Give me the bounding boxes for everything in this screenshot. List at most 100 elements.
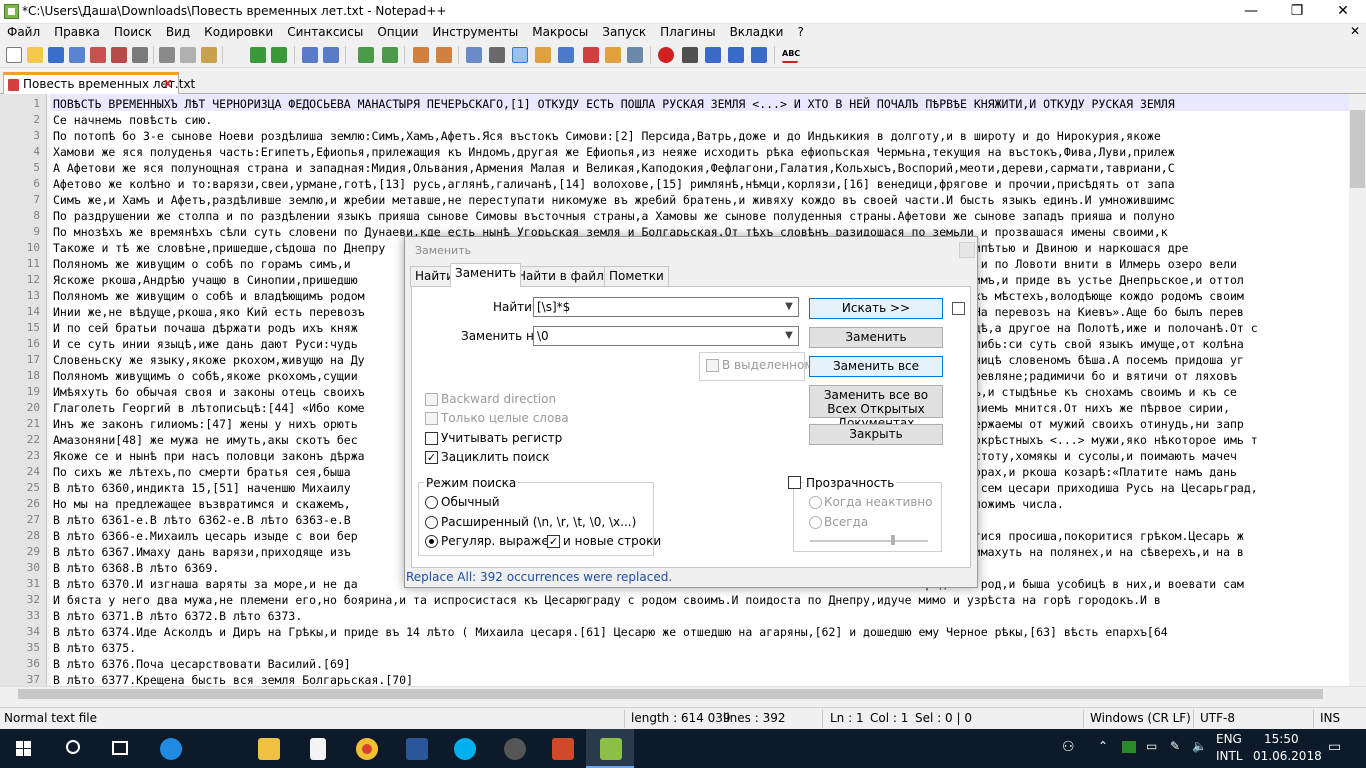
code-line[interactable]: Афетово же колѣно и то:варязи,свеи,урман… — [53, 176, 1175, 192]
in-selection-checkbox[interactable] — [706, 359, 719, 372]
app-taskbar-button[interactable] — [490, 729, 538, 768]
transparency-slider[interactable] — [810, 540, 928, 542]
nvidia-icon[interactable] — [1122, 741, 1136, 753]
indent-guide-icon[interactable] — [512, 47, 528, 63]
find-icon[interactable] — [302, 47, 318, 63]
menu-language[interactable]: Синтаксисы — [280, 24, 370, 41]
menu-encoding[interactable]: Кодировки — [197, 24, 280, 41]
replace-button[interactable]: Заменить — [809, 327, 943, 348]
code-line[interactable]: В лѣто 6371.В лѣто 6372.В лѣто 6373. — [53, 608, 302, 624]
replace-all-docs-button[interactable]: Заменить все во Всех Открытых Документах — [809, 385, 943, 430]
close-button[interactable]: ✕ — [1320, 0, 1366, 24]
powerpoint-taskbar-button[interactable] — [538, 729, 586, 768]
edge-taskbar-button[interactable] — [146, 729, 194, 768]
find-input[interactable]: [\s]*$ ▼ — [533, 297, 799, 317]
mode-extended-radio[interactable] — [425, 516, 438, 529]
menu-macro[interactable]: Макросы — [525, 24, 595, 41]
minimize-button[interactable]: — — [1228, 0, 1274, 24]
tab-replace[interactable]: Заменить — [450, 263, 522, 287]
horizontal-scroll-thumb[interactable] — [18, 689, 1323, 699]
record-macro-icon[interactable] — [658, 47, 674, 63]
dot-newline-checkbox[interactable]: ✓ — [547, 535, 560, 548]
menu-run[interactable]: Запуск — [595, 24, 653, 41]
code-line[interactable]: А Афетови же яся полунощная страна и зап… — [53, 160, 1175, 176]
menu-edit[interactable]: Правка — [47, 24, 107, 41]
task-view-button[interactable] — [96, 729, 144, 768]
transparency-slider-thumb[interactable] — [891, 535, 895, 545]
replace-icon[interactable] — [323, 47, 339, 63]
notifications-icon[interactable]: ▭ — [1328, 739, 1341, 755]
show-all-chars-icon[interactable] — [489, 47, 505, 63]
code-line[interactable]: Симъ же,и Хамъ и Афетъ,раздѣливше землю,… — [53, 192, 1175, 208]
people-icon[interactable]: ⚇ — [1062, 739, 1075, 755]
paste-icon[interactable] — [201, 47, 217, 63]
notepadpp-taskbar-button[interactable] — [586, 729, 634, 768]
match-case-checkbox[interactable] — [425, 432, 438, 445]
menu-file[interactable]: Файл — [0, 24, 47, 41]
function-list-icon[interactable] — [583, 47, 599, 63]
code-line[interactable]: Се начнемь повѣсть сию. — [53, 112, 212, 128]
zoom-out-icon[interactable] — [382, 47, 398, 63]
skype-taskbar-button[interactable] — [440, 729, 488, 768]
replace-input[interactable]: \0 ▼ — [533, 326, 799, 346]
zoom-in-icon[interactable] — [358, 47, 374, 63]
code-line[interactable]: В лѣто 6376.Поча цесарствовати Василий.[… — [53, 656, 351, 672]
search-taskbar-button[interactable] — [48, 729, 96, 768]
undo-icon[interactable] — [250, 47, 266, 63]
code-line[interactable]: И бяста у него два мужа,не племени его,н… — [53, 592, 1161, 608]
clock-time[interactable]: 15:50 — [1264, 732, 1299, 746]
transparency-checkbox[interactable] — [788, 476, 801, 489]
monitoring-icon[interactable] — [627, 47, 643, 63]
whole-word-checkbox[interactable] — [425, 412, 438, 425]
new-file-icon[interactable] — [6, 47, 22, 63]
close-dialog-button[interactable]: Закрыть — [809, 424, 943, 445]
play-macro-icon[interactable] — [705, 47, 721, 63]
close-all-icon[interactable] — [111, 47, 127, 63]
stop-macro-icon[interactable] — [682, 47, 698, 63]
chevron-down-icon[interactable]: ▼ — [782, 327, 796, 345]
redo-icon[interactable] — [271, 47, 287, 63]
keyboard-layout[interactable]: INTL — [1216, 749, 1243, 763]
open-file-icon[interactable] — [27, 47, 43, 63]
sync-v-icon[interactable] — [413, 47, 429, 63]
when-inactive-radio[interactable] — [809, 496, 822, 509]
doc-map-icon[interactable] — [558, 47, 574, 63]
close-doc-icon[interactable]: ✕ — [1350, 24, 1360, 38]
cut-icon[interactable] — [159, 47, 175, 63]
always-radio[interactable] — [809, 516, 822, 529]
menu-search[interactable]: Поиск — [107, 24, 159, 41]
code-line[interactable]: ПОВѢСТЬ ВРЕМЕННЫХЪ ЛѢТ ЧЕРНОРИЗЦА ФЕДОСЬ… — [53, 96, 1175, 112]
language-indicator[interactable]: ENG — [1216, 732, 1242, 746]
code-line[interactable]: По раздрушении же столпа и по раздѣлении… — [53, 208, 1175, 224]
mode-normal-radio[interactable] — [425, 496, 438, 509]
dialog-close-button[interactable] — [959, 242, 975, 258]
maximize-button[interactable]: ❐ — [1274, 0, 1320, 24]
code-line[interactable]: По потопѣ бо 3-е сынове Ноеви роздѣлиша … — [53, 128, 1161, 144]
print-icon[interactable] — [132, 47, 148, 63]
tab-document[interactable]: Повесть временных лет.txt x — [3, 72, 195, 94]
word-wrap-icon[interactable] — [466, 47, 482, 63]
store-taskbar-button[interactable] — [244, 729, 292, 768]
mic-icon[interactable]: ✎ — [1170, 739, 1180, 753]
word-taskbar-button[interactable] — [392, 729, 440, 768]
network-icon[interactable]: ▭ — [1146, 739, 1157, 753]
tab-mark[interactable]: Пометки — [604, 266, 669, 287]
save-all-icon[interactable] — [69, 47, 85, 63]
start-button[interactable] — [0, 729, 48, 768]
menu-view[interactable]: Вид — [159, 24, 197, 41]
tab-close-icon[interactable]: x — [164, 76, 176, 90]
save-macro-icon[interactable] — [751, 47, 767, 63]
spell-check-icon[interactable]: ABC — [782, 47, 800, 63]
menu-settings[interactable]: Опции — [370, 24, 425, 41]
run-macro-multiple-icon[interactable] — [728, 47, 744, 63]
code-line[interactable]: В лѣто 6361-е.В лѣто 6362-е.В лѣто 6363-… — [53, 512, 351, 528]
menu-help[interactable]: ? — [790, 24, 810, 41]
udl-icon[interactable] — [535, 47, 551, 63]
menu-tools[interactable]: Инструменты — [425, 24, 525, 41]
code-line[interactable]: В лѣто 6374.Иде Асколдъ и Диръ на Грѣкы,… — [53, 624, 1168, 640]
replace-all-button[interactable]: Заменить все — [809, 356, 943, 377]
show-hidden-icons[interactable]: ⌃ — [1098, 739, 1108, 753]
wrap-around-checkbox[interactable]: ✓ — [425, 451, 438, 464]
file-taskbar-button[interactable] — [294, 729, 342, 768]
copy-icon[interactable] — [180, 47, 196, 63]
